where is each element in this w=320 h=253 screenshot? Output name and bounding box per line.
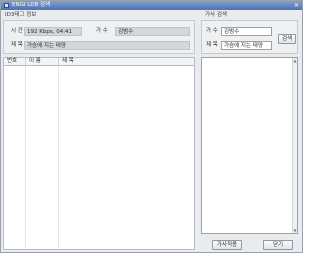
column-divider [58, 66, 59, 249]
search-artist-label: 가 수 [206, 28, 218, 34]
lyrics-scrollbar[interactable]: ▲ ▼ [292, 58, 297, 233]
lyrics-preview[interactable]: ▲ ▼ [201, 57, 298, 234]
column-header-title[interactable]: 제 목 [59, 58, 194, 65]
results-list-header: 번호 이 름 제 목 [3, 57, 195, 66]
scroll-down-icon[interactable]: ▼ [293, 228, 297, 233]
time-label: 시 간 [11, 28, 23, 34]
id3-info-group-label: ID3태그 정보 [5, 12, 37, 18]
search-button[interactable]: 검색 [278, 34, 296, 44]
artist-value: 김범수 [115, 27, 190, 36]
column-divider [25, 66, 26, 249]
close-icon[interactable]: ✕ [293, 2, 300, 9]
search-title-field[interactable]: 가슴에 지는 태양 [221, 41, 272, 50]
apply-lyrics-button[interactable]: 가사적용 [212, 240, 242, 250]
column-header-name[interactable]: 이 름 [26, 58, 59, 65]
song-title-label: 제 목 [11, 42, 23, 48]
close-button[interactable]: 닫기 [263, 240, 293, 250]
time-value: 192 Kbps, 04:41 [24, 27, 82, 36]
search-artist-field[interactable]: 김범수 [221, 27, 272, 36]
song-title-value: 가슴에 지는 태양 [24, 41, 190, 50]
id3-info-group: 시 간 192 Kbps, 04:41 가 수 김범수 제 목 가슴에 지는 태… [3, 20, 195, 54]
lyrics-search-group: 가 수 김범수 제 목 가슴에 지는 태양 검색 [201, 20, 298, 54]
artist-label: 가 수 [96, 28, 108, 34]
search-title-label: 제 목 [206, 42, 218, 48]
title-bar[interactable]: ENGI LDB 검색 ✕ [1, 1, 302, 10]
window-title: ENGI LDB 검색 [12, 2, 51, 8]
lyrics-search-group-label: 가사 검색 [205, 12, 227, 18]
lyrics-search-window: ENGI LDB 검색 ✕ ID3태그 정보 시 간 192 Kbps, 04:… [0, 0, 303, 253]
app-icon [4, 3, 9, 8]
scroll-up-icon[interactable]: ▲ [293, 58, 297, 63]
column-header-number[interactable]: 번호 [4, 58, 26, 65]
results-list[interactable] [3, 66, 195, 250]
